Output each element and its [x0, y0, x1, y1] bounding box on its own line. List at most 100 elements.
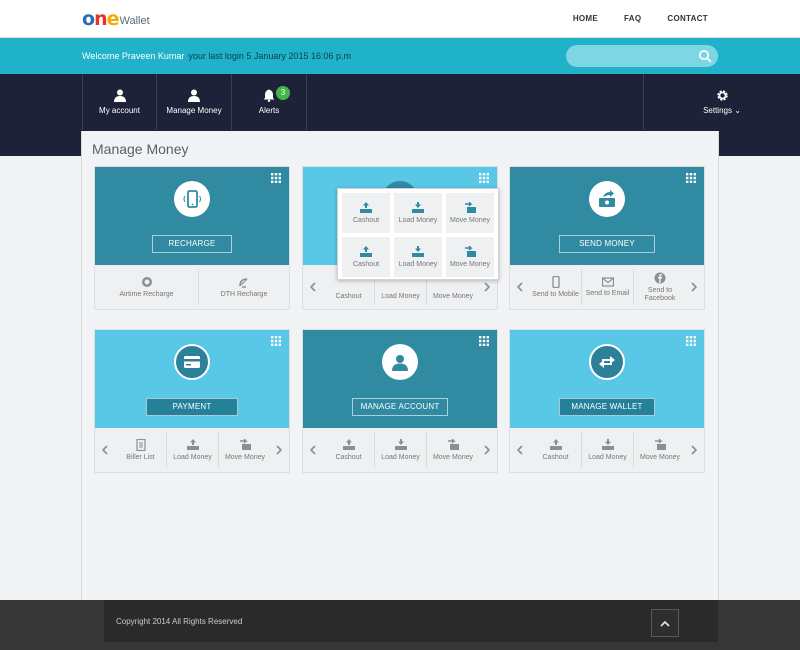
action-dth-recharge[interactable]: DTH Recharge	[199, 269, 289, 305]
nav-my-account[interactable]: My account	[82, 74, 157, 130]
actions-row: Airtime Recharge DTH Recharge	[95, 269, 289, 305]
cashout-icon	[359, 246, 373, 258]
popup-move-money[interactable]: Move Money	[446, 237, 494, 277]
move-money-icon	[238, 438, 252, 451]
action-label: Biller List	[126, 453, 155, 461]
document-icon	[135, 438, 146, 451]
action-cashout[interactable]: Cashout	[530, 432, 582, 468]
action-biller-list[interactable]: Biller List	[115, 432, 167, 468]
facebook-icon	[654, 272, 666, 284]
load-money-icon	[411, 246, 425, 258]
action-label: Airtime Recharge	[119, 290, 174, 298]
popup-load-money[interactable]: Load Money	[394, 237, 442, 277]
action-label: Load Money	[381, 293, 420, 300]
cashout-icon	[342, 438, 356, 451]
prev-arrow-icon[interactable]	[97, 440, 113, 460]
mobile-icon	[174, 181, 210, 217]
action-load-money[interactable]: Load Money	[582, 432, 634, 468]
popup-cashout[interactable]: Cashout	[342, 193, 390, 233]
card-recharge: RECHARGE Airtime Recharge DTH Recharge	[94, 166, 290, 310]
next-arrow-icon[interactable]	[686, 277, 702, 297]
action-airtime-recharge[interactable]: Airtime Recharge	[95, 269, 199, 305]
card-top: RECHARGE	[95, 167, 289, 265]
nav-label: My account	[99, 106, 140, 115]
action-cashout[interactable]: Cashout	[323, 432, 375, 468]
grid-menu-icon[interactable]	[686, 336, 696, 346]
grid-menu-icon[interactable]	[479, 336, 489, 346]
manage-account-button[interactable]: MANAGE ACCOUNT	[352, 398, 448, 416]
next-arrow-icon[interactable]	[479, 277, 495, 297]
last-login: your last login 5 January 2015 16:06 p.m	[188, 51, 351, 61]
action-send-to-mobile[interactable]: Send to Mobile	[530, 269, 582, 305]
nav-settings[interactable]: Settings ⌄	[643, 74, 800, 130]
recharge-button[interactable]: RECHARGE	[152, 235, 232, 253]
popup-label: Move Money	[449, 217, 491, 224]
popup-load-money[interactable]: Load Money	[394, 193, 442, 233]
card-top: MANAGE ACCOUNT	[303, 330, 497, 428]
action-label: Load Money	[173, 453, 212, 461]
popup-label: Cashout	[352, 261, 380, 268]
nav-alerts[interactable]: Alerts	[232, 74, 307, 130]
action-move-money[interactable]: Move Money	[634, 432, 686, 468]
card-payment: PAYMENT Biller List Load Money Move Mone…	[94, 329, 290, 473]
popup-label: Load Money	[398, 261, 438, 268]
move-money-icon	[446, 438, 460, 451]
nav-contact[interactable]: CONTACT	[667, 14, 708, 23]
scroll-to-top-button[interactable]	[651, 609, 679, 637]
action-label: Load Money	[588, 453, 627, 461]
action-label: Move Money	[432, 453, 474, 461]
top-bar: one Wallet HOME FAQ CONTACT	[0, 0, 800, 38]
alerts-badge: 3	[276, 86, 290, 100]
popup-move-money[interactable]: Move Money	[446, 193, 494, 233]
prev-arrow-icon[interactable]	[512, 277, 528, 297]
bell-icon	[263, 89, 275, 102]
action-move-money[interactable]: Move Money	[427, 432, 479, 468]
grid-menu-icon[interactable]	[479, 173, 489, 183]
popup-cashout[interactable]: Cashout	[342, 237, 390, 277]
search-input[interactable]	[576, 48, 694, 64]
action-send-to-facebook[interactable]: Send to Facebook	[634, 269, 686, 305]
nav-label: Alerts	[258, 106, 280, 115]
action-label: Load Money	[381, 453, 420, 461]
manage-wallet-button[interactable]: MANAGE WALLET	[559, 398, 655, 416]
grid-menu-icon[interactable]	[686, 173, 696, 183]
card-top: MANAGE WALLET	[510, 330, 704, 428]
prev-arrow-icon[interactable]	[305, 277, 321, 297]
envelope-icon	[601, 276, 614, 287]
card-actions: Send to Mobile Send to Email Send to Fac…	[510, 265, 704, 309]
search-icon[interactable]	[698, 49, 712, 63]
move-money-icon	[463, 246, 477, 258]
send-money-button[interactable]: SEND MONEY	[559, 235, 655, 253]
page-title: Manage Money	[92, 141, 189, 157]
grid-menu-icon[interactable]	[271, 336, 281, 346]
action-send-to-email[interactable]: Send to Email	[582, 269, 634, 305]
actions-row: Send to Mobile Send to Email Send to Fac…	[530, 269, 686, 305]
next-arrow-icon[interactable]	[686, 440, 702, 460]
next-arrow-icon[interactable]	[271, 440, 287, 460]
grid-menu-icon[interactable]	[271, 173, 281, 183]
prev-arrow-icon[interactable]	[305, 440, 321, 460]
gear-icon	[716, 89, 729, 102]
nav-manage-money[interactable]: Manage Money	[157, 74, 232, 130]
payment-button[interactable]: PAYMENT	[146, 398, 238, 416]
nav-home[interactable]: HOME	[573, 14, 598, 23]
user-icon	[382, 344, 418, 380]
next-arrow-icon[interactable]	[479, 440, 495, 460]
chevron-down-icon: ⌄	[734, 106, 741, 115]
popup-label: Cashout	[352, 217, 380, 224]
action-label: Send to Mobile	[532, 290, 579, 298]
logo[interactable]: one Wallet	[82, 8, 150, 30]
dial-icon	[141, 276, 153, 288]
action-move-money[interactable]: Move Money	[219, 432, 271, 468]
prev-arrow-icon[interactable]	[512, 440, 528, 460]
nav-faq[interactable]: FAQ	[624, 14, 641, 23]
logo-one: one	[82, 8, 119, 30]
card-top: SEND MONEY	[510, 167, 704, 265]
action-label: Cashout	[335, 453, 362, 461]
action-load-money[interactable]: Load Money	[375, 432, 427, 468]
card-manage-account: MANAGE ACCOUNT Cashout Load Money Move M…	[302, 329, 498, 473]
action-load-money[interactable]: Load Money	[167, 432, 219, 468]
card-top: PAYMENT	[95, 330, 289, 428]
action-label: Move Money	[432, 293, 474, 300]
action-label: Move Money	[639, 453, 681, 461]
